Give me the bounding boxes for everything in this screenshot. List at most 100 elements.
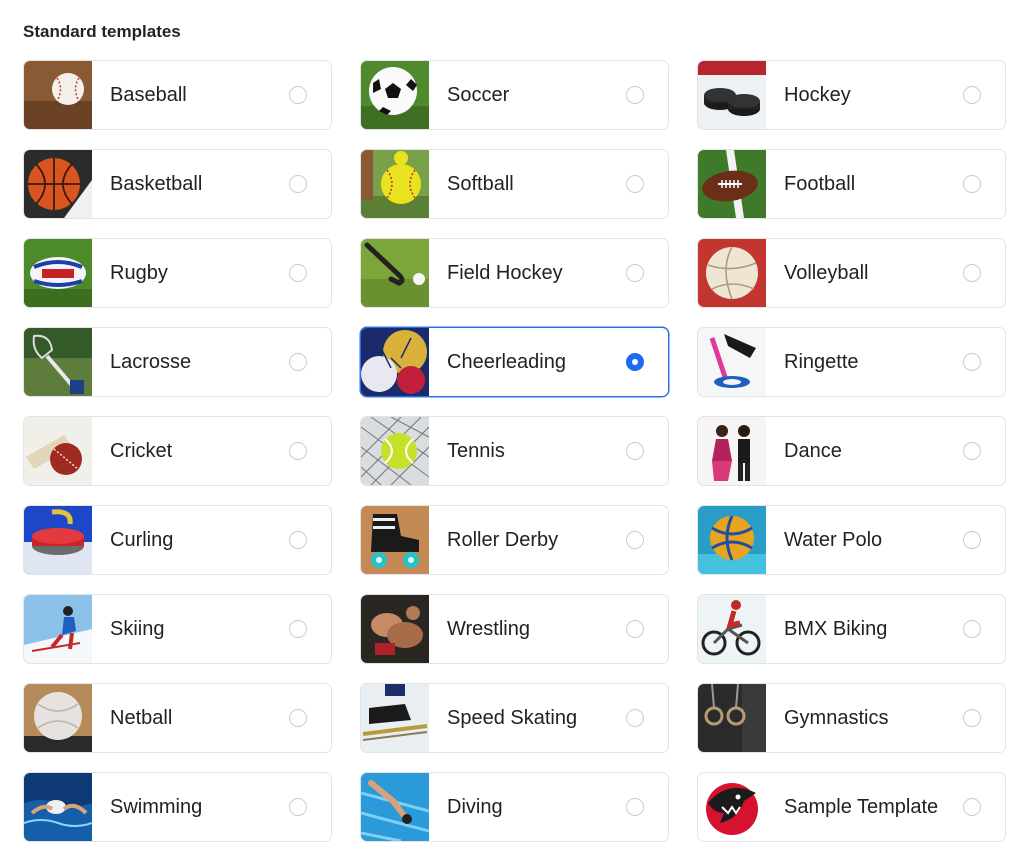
template-label: Curling bbox=[110, 528, 174, 551]
radio-button[interactable] bbox=[289, 264, 307, 282]
wrestling-image bbox=[361, 595, 429, 663]
template-card-football[interactable]: Football bbox=[697, 149, 1006, 219]
baseball-image bbox=[24, 61, 92, 129]
radio-button[interactable] bbox=[626, 531, 644, 549]
cricket-image bbox=[24, 417, 92, 485]
template-card-gymnastics[interactable]: Gymnastics bbox=[697, 683, 1006, 753]
radio-button[interactable] bbox=[289, 353, 307, 371]
curling-stone-image bbox=[24, 506, 92, 574]
template-card-curling[interactable]: Curling bbox=[23, 505, 332, 575]
radio-button[interactable] bbox=[963, 264, 981, 282]
basketball-image bbox=[24, 150, 92, 218]
radio-button[interactable] bbox=[289, 442, 307, 460]
template-card-tennis[interactable]: Tennis bbox=[360, 416, 669, 486]
template-label: Tennis bbox=[447, 439, 505, 462]
radio-button[interactable] bbox=[963, 531, 981, 549]
template-label: Dance bbox=[784, 439, 842, 462]
template-card-lacrosse[interactable]: Lacrosse bbox=[23, 327, 332, 397]
template-card-softball[interactable]: Softball bbox=[360, 149, 669, 219]
template-card-dance[interactable]: Dance bbox=[697, 416, 1006, 486]
template-label: Field Hockey bbox=[447, 261, 563, 284]
pom-pom-image bbox=[361, 328, 429, 396]
template-card-swimming[interactable]: Swimming bbox=[23, 772, 332, 842]
radio-button[interactable] bbox=[963, 798, 981, 816]
template-label: Ringette bbox=[784, 350, 859, 373]
swimmer-image bbox=[24, 773, 92, 841]
radio-button[interactable] bbox=[963, 442, 981, 460]
radio-button[interactable] bbox=[289, 86, 307, 104]
lacrosse-image bbox=[24, 328, 92, 396]
template-label: Hockey bbox=[784, 83, 851, 106]
netball-image bbox=[24, 684, 92, 752]
template-label: Water Polo bbox=[784, 528, 883, 551]
radio-button[interactable] bbox=[963, 620, 981, 638]
radio-button[interactable] bbox=[289, 175, 307, 193]
template-card-rugby[interactable]: Rugby bbox=[23, 238, 332, 308]
water-polo-image bbox=[698, 506, 766, 574]
template-card-hockey[interactable]: Hockey bbox=[697, 60, 1006, 130]
radio-button[interactable] bbox=[626, 620, 644, 638]
template-label: Rugby bbox=[110, 261, 168, 284]
radio-button[interactable] bbox=[626, 442, 644, 460]
template-card-soccer[interactable]: Soccer bbox=[360, 60, 669, 130]
hockey-puck-image bbox=[698, 61, 766, 129]
template-label: Baseball bbox=[110, 83, 187, 106]
roller-skate-image bbox=[361, 506, 429, 574]
shark-logo-image bbox=[698, 773, 766, 841]
template-card-diving[interactable]: Diving bbox=[360, 772, 669, 842]
template-card-water-polo[interactable]: Water Polo bbox=[697, 505, 1006, 575]
template-label: Diving bbox=[447, 795, 503, 818]
radio-button[interactable] bbox=[626, 798, 644, 816]
template-card-baseball[interactable]: Baseball bbox=[23, 60, 332, 130]
section-title: Standard templates bbox=[23, 22, 181, 41]
template-card-netball[interactable]: Netball bbox=[23, 683, 332, 753]
template-label: Basketball bbox=[110, 172, 203, 195]
template-label: Softball bbox=[447, 172, 514, 195]
template-label: Wrestling bbox=[447, 617, 530, 640]
template-card-ringette[interactable]: Ringette bbox=[697, 327, 1006, 397]
template-label: Speed Skating bbox=[447, 706, 578, 729]
template-label: Football bbox=[784, 172, 856, 195]
template-card-cheerleading[interactable]: Cheerleading bbox=[360, 327, 669, 397]
template-grid: Baseball Soccer Hockey Basketball Softba… bbox=[23, 60, 1006, 842]
template-label: Gymnastics bbox=[784, 706, 889, 729]
template-card-roller-derby[interactable]: Roller Derby bbox=[360, 505, 669, 575]
radio-button[interactable] bbox=[963, 86, 981, 104]
template-card-basketball[interactable]: Basketball bbox=[23, 149, 332, 219]
radio-button[interactable] bbox=[289, 620, 307, 638]
rugby-ball-image bbox=[24, 239, 92, 307]
radio-button[interactable] bbox=[963, 709, 981, 727]
radio-button[interactable] bbox=[289, 798, 307, 816]
template-card-field-hockey[interactable]: Field Hockey bbox=[360, 238, 669, 308]
template-card-skiing[interactable]: Skiing bbox=[23, 594, 332, 664]
template-card-sample-template[interactable]: Sample Template bbox=[697, 772, 1006, 842]
template-card-cricket[interactable]: Cricket bbox=[23, 416, 332, 486]
field-hockey-image bbox=[361, 239, 429, 307]
bmx-bike-image bbox=[698, 595, 766, 663]
template-card-bmx-biking[interactable]: BMX Biking bbox=[697, 594, 1006, 664]
template-card-volleyball[interactable]: Volleyball bbox=[697, 238, 1006, 308]
dance-image bbox=[698, 417, 766, 485]
template-label: Cricket bbox=[110, 439, 173, 462]
radio-button[interactable] bbox=[289, 709, 307, 727]
softball-image bbox=[361, 150, 429, 218]
template-card-wrestling[interactable]: Wrestling bbox=[360, 594, 669, 664]
radio-button[interactable] bbox=[626, 175, 644, 193]
radio-button[interactable] bbox=[963, 175, 981, 193]
template-label: Netball bbox=[110, 706, 173, 729]
speed-skate-image bbox=[361, 684, 429, 752]
radio-button-selected[interactable] bbox=[626, 353, 644, 371]
template-card-speed-skating[interactable]: Speed Skating bbox=[360, 683, 669, 753]
radio-button[interactable] bbox=[289, 531, 307, 549]
template-label: Soccer bbox=[447, 83, 510, 106]
radio-button[interactable] bbox=[626, 86, 644, 104]
template-label: Volleyball bbox=[784, 261, 869, 284]
radio-button[interactable] bbox=[963, 353, 981, 371]
template-label: Sample Template bbox=[784, 795, 939, 818]
radio-button[interactable] bbox=[626, 264, 644, 282]
template-label: Lacrosse bbox=[110, 350, 192, 373]
radio-button[interactable] bbox=[626, 709, 644, 727]
template-label: Swimming bbox=[110, 795, 203, 818]
diver-image bbox=[361, 773, 429, 841]
volleyball-image bbox=[698, 239, 766, 307]
